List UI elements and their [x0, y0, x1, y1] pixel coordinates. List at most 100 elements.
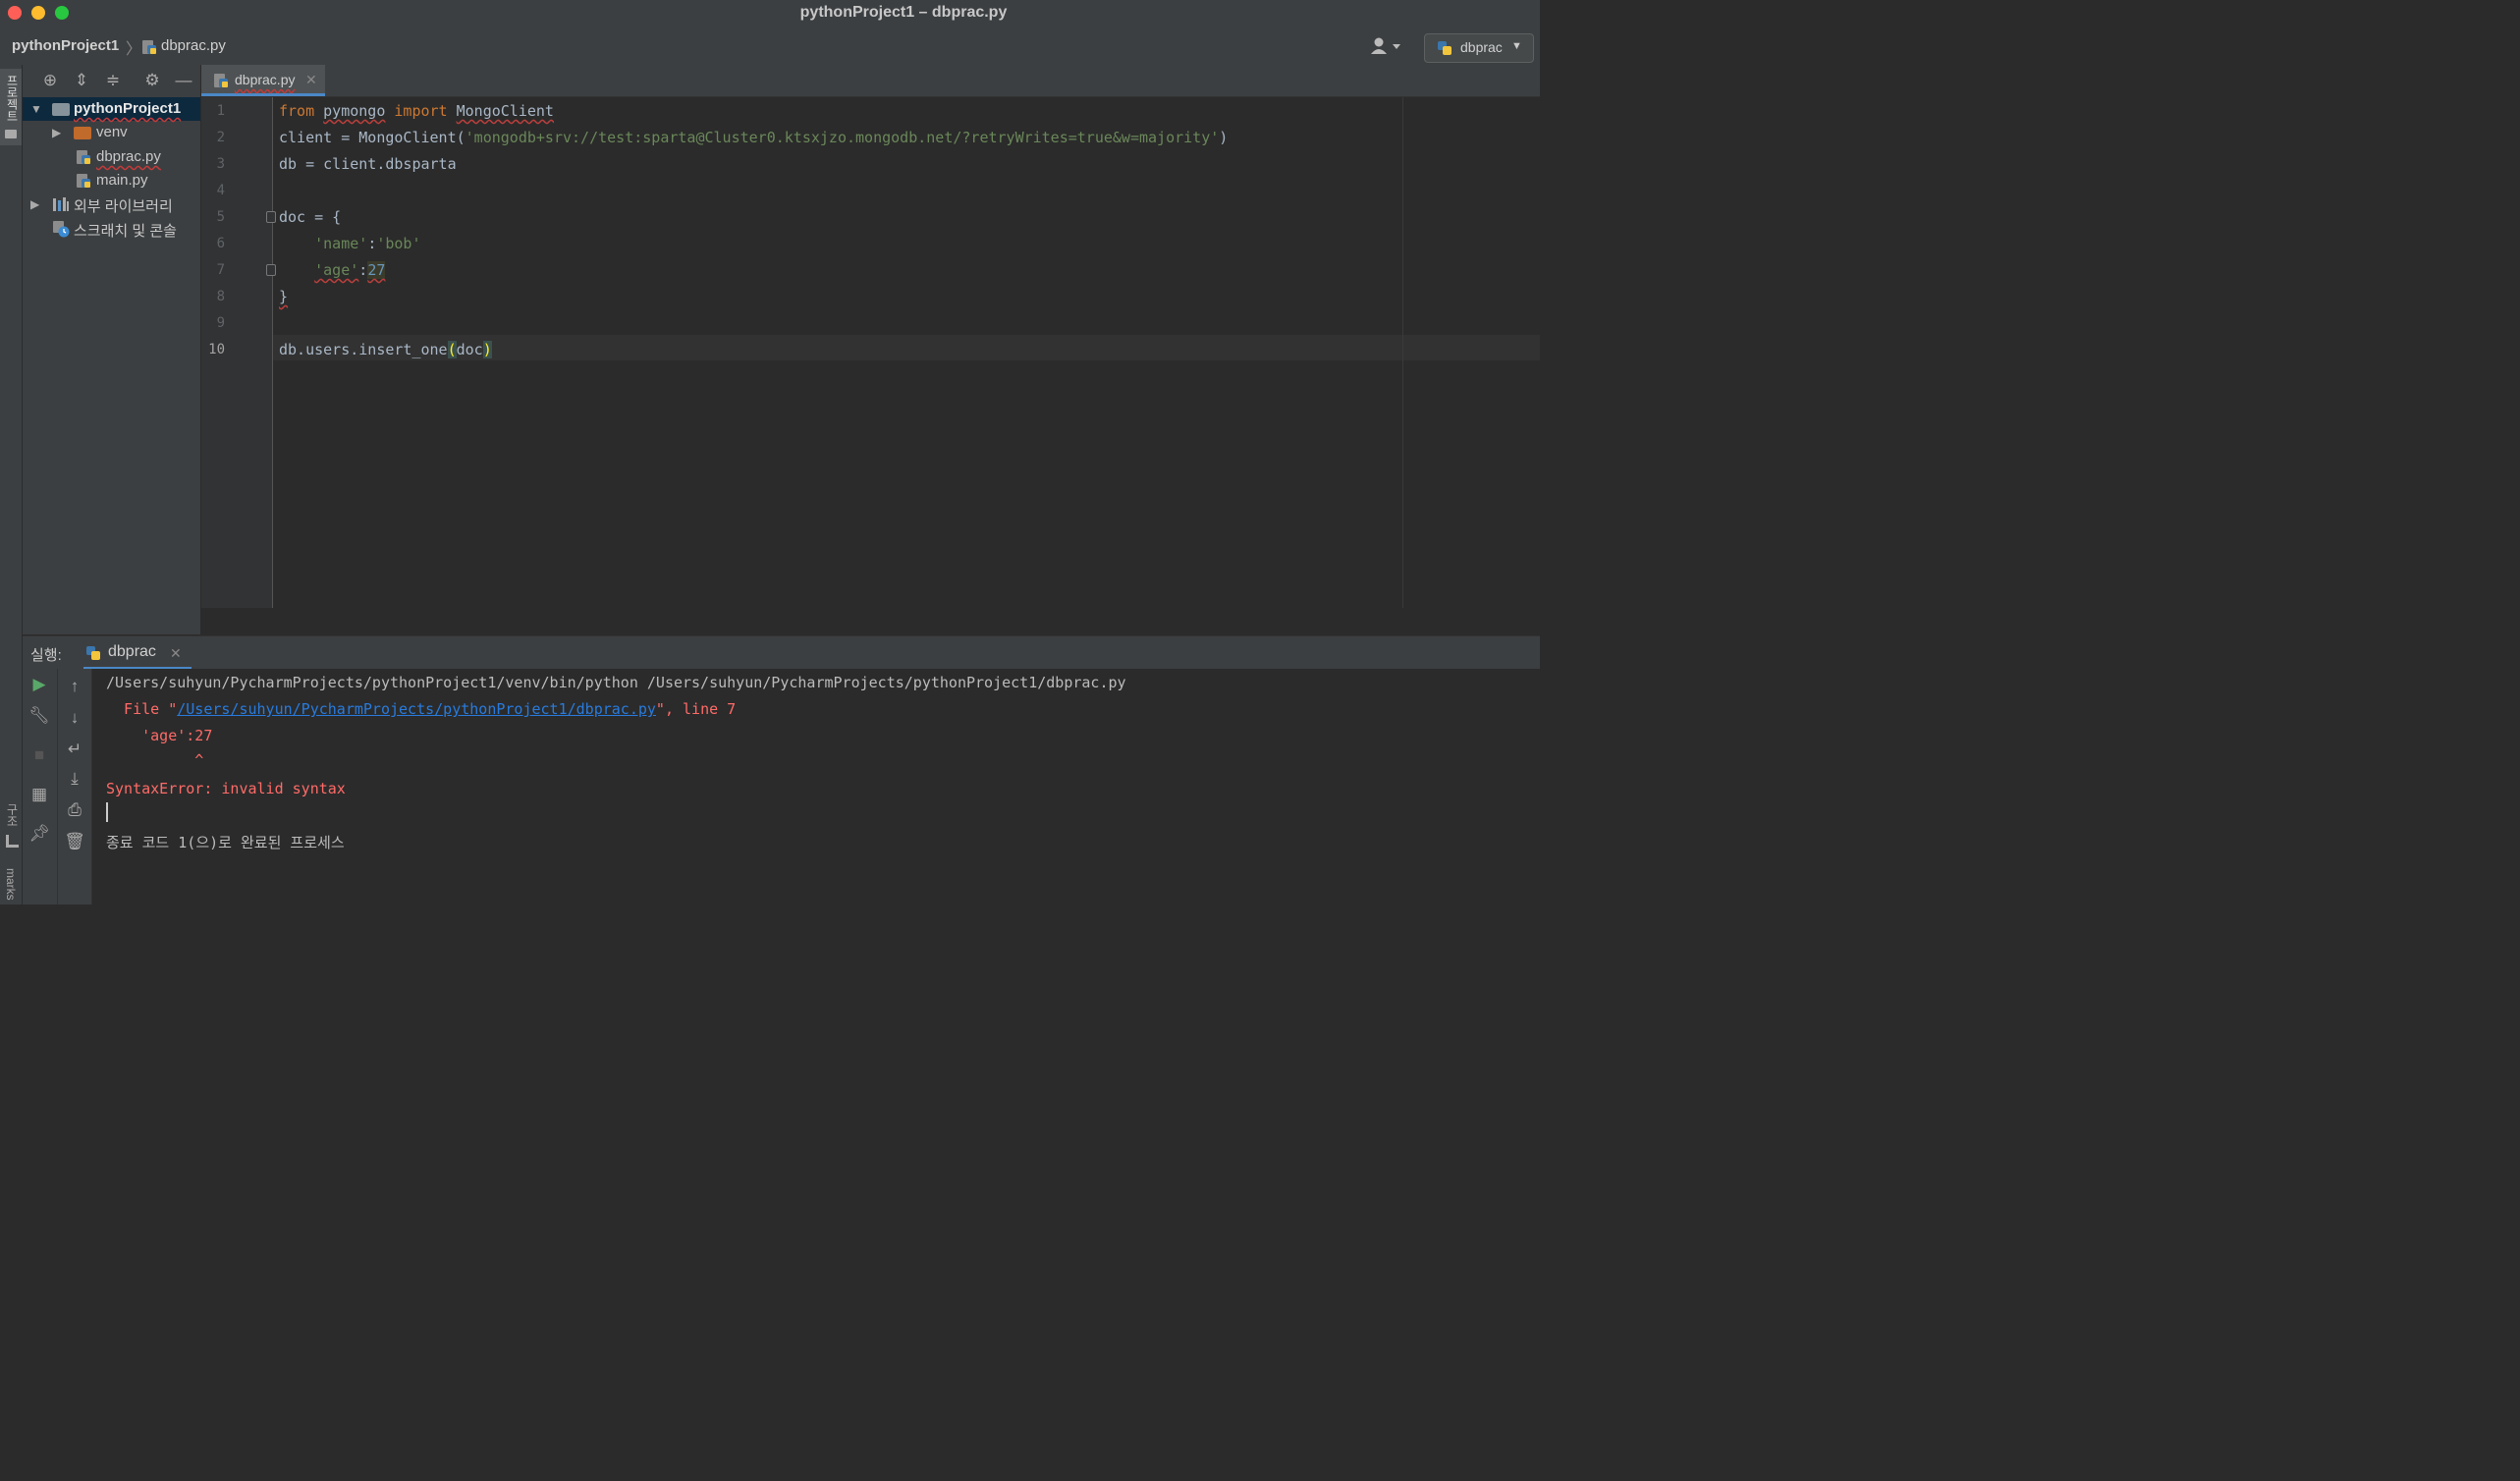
close-icon[interactable]: ✕: [170, 645, 182, 662]
string-literal: 'name': [314, 235, 368, 252]
tree-item-label: dbprac.py: [96, 148, 161, 165]
breadcrumb-file[interactable]: dbprac.py: [161, 37, 226, 54]
close-icon[interactable]: ✕: [305, 72, 317, 88]
bookmarks-tool-label[interactable]: marks: [4, 868, 18, 901]
editor-bottom-area: [201, 608, 1540, 635]
tree-item-main[interactable]: main.py: [23, 169, 200, 192]
console-error-caret: ^: [106, 751, 204, 769]
tree-item-label: main.py: [96, 172, 148, 189]
trash-icon[interactable]: 🗑︎: [58, 830, 91, 853]
tab-dbprac[interactable]: dbprac.py ✕: [201, 65, 325, 96]
fold-icon[interactable]: [266, 211, 276, 223]
code-text: db.users.insert_one: [279, 341, 448, 358]
collapse-all-icon[interactable]: ≑: [103, 71, 123, 90]
console-error-location: File "/Users/suhyun/PycharmProjects/pyth…: [106, 700, 736, 718]
right-margin-guide: [1402, 97, 1403, 608]
user-icon[interactable]: [1369, 35, 1408, 57]
window-title: pythonProject1 – dbprac.py: [799, 4, 1008, 21]
code-line: 'name':'bob': [279, 235, 421, 252]
line-number: 4: [216, 183, 225, 198]
arrow-up-icon[interactable]: ↑: [58, 675, 91, 698]
left-tool-strip: 프로젝트 구조 marks: [0, 65, 23, 905]
code-text: :: [358, 261, 368, 279]
soft-wrap-icon[interactable]: ↵: [58, 738, 91, 761]
tree-item-label: pythonProject1: [74, 100, 182, 117]
console-error-code-line: 'age':27: [106, 727, 213, 744]
fold-icon[interactable]: [266, 264, 276, 276]
project-tool-window-button[interactable]: 프로젝트: [0, 69, 22, 145]
run-console[interactable]: /Users/suhyun/PycharmProjects/pythonProj…: [92, 669, 1540, 905]
code-text: ): [1219, 129, 1229, 146]
pin-icon[interactable]: 📌︎: [23, 822, 56, 846]
number-literal: 27: [367, 261, 386, 279]
console-command-line: /Users/suhyun/PycharmProjects/pythonProj…: [106, 674, 1126, 691]
python-icon: [1438, 41, 1452, 55]
tree-item-label: 외부 라이브러리: [74, 198, 173, 215]
paren-match: ): [482, 341, 492, 358]
run-panel-title: 실행:: [30, 647, 62, 664]
run-configuration-dropdown[interactable]: dbprac ▼: [1424, 33, 1534, 63]
code-text: }: [279, 288, 289, 305]
line-number: 10: [208, 342, 225, 357]
line-number: 2: [216, 130, 225, 145]
python-file-icon: [77, 150, 90, 164]
project-toolbar: ⊕ ⇕ ≑ ⚙ —: [23, 65, 200, 96]
run-tab-dbprac[interactable]: dbprac ✕: [83, 636, 192, 670]
tree-item-project-root[interactable]: ▼ pythonProject1: [23, 97, 200, 121]
line-number: 3: [216, 156, 225, 172]
code-line: }: [279, 288, 288, 305]
line-number: 6: [216, 236, 225, 251]
rerun-icon[interactable]: ▶: [23, 673, 56, 696]
scroll-to-end-icon[interactable]: ⤓: [58, 767, 91, 791]
editor-tab-bar: dbprac.py ✕: [201, 65, 1540, 97]
string-literal: 'mongodb+srv://test:sparta@Cluster0.ktsx…: [465, 129, 1220, 146]
wrench-icon[interactable]: 🔧︎: [23, 704, 56, 728]
structure-icon: [6, 835, 19, 848]
line-number: 9: [216, 315, 225, 331]
python-icon: [86, 646, 100, 660]
code-line: 'age':27: [279, 261, 386, 279]
expand-all-icon[interactable]: ⇕: [72, 71, 91, 90]
code-line: client = MongoClient('mongodb+srv://test…: [279, 129, 1228, 146]
structure-tool-label[interactable]: 구조: [4, 803, 21, 827]
code-line: db = client.dbsparta: [279, 155, 457, 173]
python-file-icon: [214, 74, 228, 87]
title-bar: pythonProject1 – dbprac.py: [0, 0, 1540, 27]
code-editor[interactable]: 1 2 3 4 5 6 7 8 9 10 from pymongo import…: [201, 97, 1540, 608]
breadcrumb-separator: 〉: [126, 41, 142, 58]
paren-match: (: [447, 341, 457, 358]
run-tab-label: dbprac: [108, 643, 156, 660]
line-number: 7: [216, 262, 225, 278]
console-file-link[interactable]: /Users/suhyun/PycharmProjects/pythonProj…: [177, 700, 656, 718]
folder-icon: [74, 127, 91, 143]
hide-icon[interactable]: —: [174, 71, 193, 90]
chevron-down-icon: ▼: [1511, 40, 1522, 52]
code-line: doc = {: [279, 208, 342, 226]
keyword: import: [394, 102, 448, 120]
console-text: ", line 7: [655, 700, 737, 718]
scratches-icon: [53, 221, 70, 238]
breadcrumb-project[interactable]: pythonProject1: [12, 37, 119, 54]
chevron-down-icon: ▼: [30, 102, 42, 116]
run-configuration-label: dbprac: [1460, 39, 1503, 55]
locate-icon[interactable]: ⊕: [40, 71, 60, 90]
text-cursor: [106, 802, 108, 822]
chevron-right-icon: ▶: [30, 197, 40, 211]
print-icon[interactable]: ⎙: [58, 798, 91, 822]
string-literal: 'age': [314, 261, 359, 279]
line-number: 5: [216, 209, 225, 225]
python-file-icon: [142, 40, 156, 54]
string-literal: 'bob': [376, 235, 421, 252]
arrow-down-icon[interactable]: ↓: [58, 706, 91, 730]
gear-icon[interactable]: ⚙: [142, 71, 162, 90]
run-toolbar-secondary: ↑ ↓ ↵ ⤓ ⎙ 🗑︎: [58, 669, 92, 905]
tree-item-scratches[interactable]: 스크래치 및 콘솔: [23, 217, 200, 241]
tree-item-dbprac[interactable]: dbprac.py: [23, 145, 200, 169]
library-icon: [53, 197, 69, 211]
code-line: from pymongo import MongoClient: [279, 102, 554, 120]
run-panel-header: 실행: dbprac ✕: [23, 635, 1540, 670]
layout-icon[interactable]: ▦: [23, 783, 56, 806]
class-name: MongoClient: [456, 102, 554, 120]
tree-item-external-libraries[interactable]: ▶ 외부 라이브러리: [23, 192, 200, 216]
tree-item-venv[interactable]: ▶ venv: [23, 121, 200, 144]
